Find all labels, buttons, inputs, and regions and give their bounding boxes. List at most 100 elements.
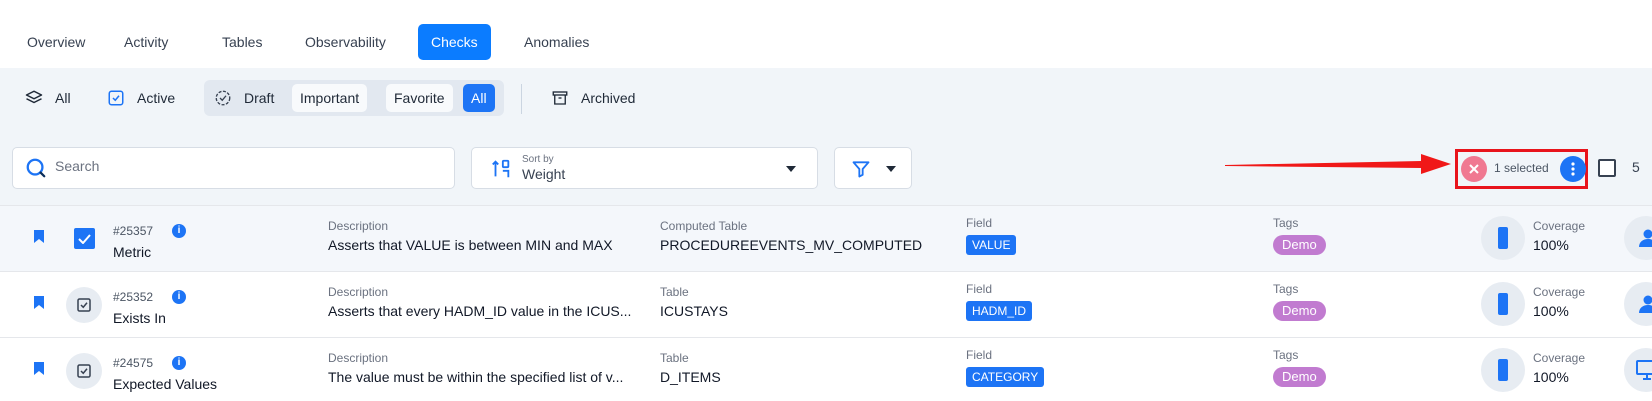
table-row[interactable]: #24575 i Expected Values Description The… [0, 337, 1652, 401]
check-square-icon [108, 90, 124, 106]
table-name[interactable]: D_ITEMS [660, 369, 721, 385]
owner-avatar[interactable] [1624, 348, 1652, 392]
field-label: Field [966, 282, 993, 296]
filter-button[interactable] [834, 147, 912, 189]
tab-observability[interactable]: Observability [292, 24, 399, 60]
checkmark-icon [78, 233, 91, 244]
filter-draft[interactable]: Draft [214, 80, 274, 116]
draft-filter-group: Draft Important Favorite All [204, 80, 504, 116]
coverage-chart [1481, 348, 1525, 392]
annotation-arrow-icon [1225, 154, 1451, 174]
owner-avatar[interactable] [1624, 216, 1652, 260]
selection-bar: 1 selected [1455, 149, 1588, 189]
status-filter-bar: All Active Draft Important Favorite All … [0, 80, 1652, 120]
tab-anomalies[interactable]: Anomalies [511, 24, 602, 60]
filter-draft-all[interactable]: All [463, 84, 495, 112]
layers-icon [25, 90, 43, 104]
close-icon [1469, 164, 1479, 174]
bookmark-icon[interactable] [33, 295, 45, 310]
check-name: Exists In [113, 310, 166, 326]
tags-label: Tags [1273, 282, 1299, 296]
user-icon [1639, 229, 1652, 247]
check-clipboard-icon[interactable] [66, 287, 102, 323]
filter-all-label: All [55, 90, 71, 106]
tag-badge: Demo [1273, 367, 1326, 387]
sort-value: Weight [522, 166, 566, 182]
table-label: Table [660, 351, 689, 365]
clear-selection-button[interactable] [1461, 156, 1487, 182]
sort-caption: Sort by [522, 154, 554, 165]
draft-circle-icon [215, 90, 231, 106]
select-all-checkbox[interactable] [1598, 159, 1616, 177]
coverage-label: Coverage [1533, 285, 1586, 299]
tags-label: Tags [1273, 348, 1299, 362]
monitor-icon [1636, 360, 1652, 380]
bulk-actions-button[interactable] [1560, 156, 1586, 182]
description-label: Description [328, 219, 389, 233]
tab-bar: Overview Activity Tables Observability C… [0, 0, 1652, 68]
table-row[interactable]: #25352 i Exists In Description Asserts t… [0, 271, 1652, 337]
chevron-down-icon [886, 166, 896, 172]
tab-checks[interactable]: Checks [418, 24, 491, 60]
coverage-value: 100% [1533, 369, 1569, 385]
field-label: Field [966, 216, 993, 230]
tab-activity[interactable]: Activity [111, 24, 181, 60]
field-badge: VALUE [966, 235, 1017, 255]
tag-badge: Demo [1273, 235, 1326, 255]
coverage-value: 100% [1533, 303, 1569, 319]
filter-favorite[interactable]: Favorite [386, 84, 453, 112]
check-clipboard-icon[interactable] [66, 353, 102, 389]
info-icon[interactable]: i [172, 356, 186, 370]
row-checkbox[interactable] [74, 228, 95, 249]
chevron-down-icon [786, 166, 796, 172]
description-text: Asserts that every HADM_ID value in the … [328, 303, 632, 319]
page-count: 5 [1632, 159, 1640, 175]
search-input[interactable] [55, 158, 435, 174]
tags-label: Tags [1273, 216, 1299, 230]
user-icon [1639, 295, 1652, 313]
coverage-bar [1498, 293, 1508, 315]
owner-avatar[interactable] [1624, 282, 1652, 326]
field-badge: CATEGORY [966, 367, 1045, 387]
filter-active[interactable]: Active [107, 80, 175, 116]
check-id: #24575 [113, 356, 154, 370]
check-name: Metric [113, 244, 152, 260]
filter-important[interactable]: Important [292, 84, 368, 112]
tab-overview[interactable]: Overview [14, 24, 98, 60]
search-box [12, 147, 455, 189]
sort-dropdown[interactable]: Sort by Weight [471, 147, 818, 189]
filter-divider [521, 84, 522, 114]
search-icon [26, 158, 46, 178]
coverage-bar [1498, 227, 1508, 249]
description-text: Asserts that VALUE is between MIN and MA… [328, 237, 613, 253]
tag-badge: Demo [1273, 301, 1326, 321]
coverage-bar [1498, 359, 1508, 381]
filter-archived[interactable]: Archived [551, 80, 635, 116]
table-name[interactable]: PROCEDUREEVENTS_MV_COMPUTED [660, 237, 922, 253]
field-badge: HADM_ID [966, 301, 1033, 321]
coverage-chart [1481, 282, 1525, 326]
table-label: Computed Table [660, 219, 748, 233]
table-label: Table [660, 285, 689, 299]
filter-draft-label: Draft [244, 90, 275, 106]
bookmark-icon[interactable] [33, 361, 45, 376]
description-label: Description [328, 285, 389, 299]
filter-all[interactable]: All [25, 80, 71, 116]
coverage-chart [1481, 216, 1525, 260]
table-row[interactable]: #25357 i Metric Description Asserts that… [0, 205, 1652, 271]
tab-tables[interactable]: Tables [209, 24, 275, 60]
check-id: #25352 [113, 290, 154, 304]
description-label: Description [328, 351, 389, 365]
selection-count-text: 1 selected [1494, 161, 1549, 175]
filter-archived-label: Archived [581, 90, 636, 106]
info-icon[interactable]: i [172, 224, 186, 238]
archive-icon [552, 91, 568, 105]
bookmark-icon[interactable] [33, 229, 45, 244]
coverage-label: Coverage [1533, 351, 1586, 365]
check-id: #25357 [113, 224, 154, 238]
table-name[interactable]: ICUSTAYS [660, 303, 728, 319]
coverage-value: 100% [1533, 237, 1569, 253]
check-name: Expected Values [113, 376, 218, 392]
more-vertical-icon [1571, 162, 1575, 176]
info-icon[interactable]: i [172, 290, 186, 304]
